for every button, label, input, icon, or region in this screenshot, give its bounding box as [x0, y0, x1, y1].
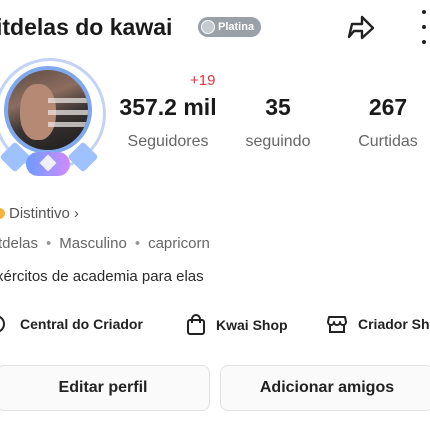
more-dot	[422, 25, 426, 29]
more-dot	[422, 40, 426, 44]
coin-icon	[0, 208, 5, 219]
creator-center-icon	[0, 315, 5, 333]
separator-dot: •	[134, 235, 141, 252]
following-label[interactable]: seguindo	[238, 133, 318, 151]
creator-shop-button[interactable]: Criador Sh	[326, 314, 430, 334]
avatar-photo-detail	[48, 110, 88, 115]
separator-dot: •	[46, 235, 52, 252]
level-badge[interactable]: Platina	[198, 17, 262, 37]
chevron-right-icon: ›	[73, 205, 79, 222]
store-icon	[327, 316, 347, 333]
avatar-photo-detail	[48, 122, 88, 127]
profile-info-line: tdelas • Masculino • capricorn	[0, 235, 210, 252]
likes-label[interactable]: Curtidas	[344, 133, 430, 151]
creator-center-label: Central do Criador	[20, 316, 143, 332]
frame-gem-icon	[26, 152, 70, 176]
profile-handle: tdelas	[0, 235, 39, 252]
more-options-button[interactable]	[418, 10, 430, 44]
edit-profile-button[interactable]: Editar perfil	[0, 365, 210, 411]
followers-delta: +19	[190, 72, 216, 89]
creator-center-button[interactable]: Central do Criador	[0, 314, 143, 334]
badges-link[interactable]: Distintivo ›	[0, 205, 79, 222]
profile-gender: Masculino	[59, 235, 127, 252]
profile-bio: xércitos de academia para elas	[0, 268, 204, 285]
more-vertical-icon	[422, 10, 426, 14]
following-count[interactable]: 35	[248, 94, 308, 121]
creator-shop-label: Criador Sh	[358, 316, 430, 332]
avatar-photo-detail	[48, 98, 88, 103]
likes-count[interactable]: 267	[348, 94, 428, 121]
share-arrow-icon	[347, 15, 375, 40]
level-badge-label: Platina	[218, 21, 255, 33]
followers-count[interactable]: 357.2 mil	[108, 94, 228, 121]
platinum-gem-icon	[201, 20, 215, 34]
avatar	[4, 66, 92, 154]
profile-username: itdelas do kawai	[0, 14, 173, 40]
profile-sign: capricorn	[148, 235, 210, 252]
share-button[interactable]	[342, 10, 378, 44]
add-friends-button[interactable]: Adicionar amigos	[220, 365, 430, 411]
followers-label[interactable]: Seguidores	[108, 133, 228, 151]
shopping-bag-icon	[187, 314, 205, 335]
avatar-frame[interactable]	[0, 58, 106, 178]
kwai-shop-label: Kwai Shop	[216, 317, 288, 333]
kwai-shop-button[interactable]: Kwai Shop	[186, 314, 288, 336]
badges-link-label: Distintivo	[9, 205, 70, 222]
